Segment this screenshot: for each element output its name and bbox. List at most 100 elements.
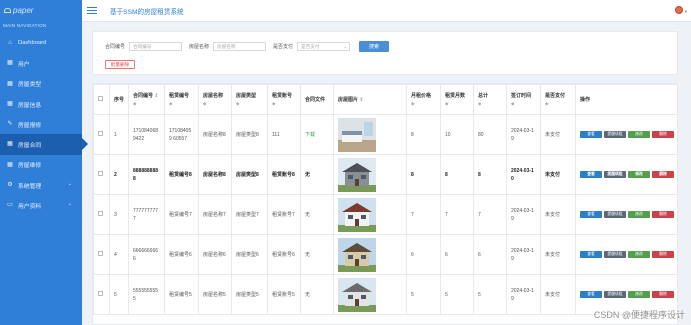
grid-icon: ▦ (7, 161, 13, 168)
delete-button[interactable]: 删除 (652, 171, 674, 178)
row-checkbox[interactable] (98, 290, 103, 296)
room-photo (338, 117, 376, 152)
column-header: 合同编号 ⇕ ◆ (128, 84, 165, 115)
renew-reminder-button[interactable]: 提醒续租 (604, 211, 626, 218)
select-all-checkbox[interactable] (93, 84, 110, 115)
view-button[interactable]: 查看 (580, 251, 602, 258)
sidebar-item-1[interactable]: ▦ 用户 (0, 53, 82, 73)
logo-icon (4, 8, 11, 13)
watermark-text: CSDN @便捷程序设计 (593, 310, 685, 320)
row-actions: 查看 提醒续租 修改 删除 (575, 114, 677, 155)
view-button[interactable]: 查看 (580, 291, 602, 298)
row-checkbox[interactable] (98, 210, 103, 216)
edit-button[interactable]: 修改 (628, 131, 650, 138)
contract-no-input[interactable]: 合同编号 (129, 42, 183, 51)
contract-table: 序号 合同编号 ⇕ ◆ 租赁编号 ◆ 房屋名称 ◆ 房屋类型 ◆ 租赁账号 ◆ 合同文件 房屋图片 ⇕ 月… (92, 83, 678, 325)
sort-icon[interactable]: ◆ (272, 100, 296, 107)
cell-contract: 171084068 9422 (128, 114, 165, 155)
sort-icon[interactable]: ◆ (203, 100, 227, 107)
search-button[interactable]: 搜索 (359, 41, 390, 52)
cell-paid: 未支付 (540, 154, 576, 195)
paid-status-select[interactable]: 是否支付 ⌄ (297, 42, 351, 51)
column-header: 租赁月数 ◆ (440, 84, 474, 115)
cell-text: 2024-03-1 0 (511, 167, 534, 182)
cell-text: 未支付 (545, 211, 561, 218)
cell-text: 租赁账号7 (272, 211, 295, 218)
cell-text: 111 (272, 131, 280, 138)
column-header-label: 房屋图片 (338, 96, 359, 103)
delete-button[interactable]: 删除 (652, 251, 674, 258)
table-row[interactable]: 3 777777777 7 租赁编号7 房屋名称7 房屋类型7 租赁账号7 无 7 7 7 202… (93, 194, 677, 235)
view-button[interactable]: 查看 (580, 211, 602, 218)
sort-icon[interactable]: ◆ (236, 100, 263, 107)
chevron-down-icon[interactable]: ▼ (684, 9, 688, 14)
column-header-label: 序号 (114, 96, 125, 103)
sort-toggle-icon[interactable]: ⇕ (358, 97, 363, 103)
checkbox-icon[interactable] (98, 95, 103, 101)
edit-button[interactable]: 修改 (628, 251, 650, 258)
cell-name: 房屋名称8 (198, 114, 232, 155)
table-row[interactable]: 1 171084068 9422 171084059 60557 房屋名称8 房屋类型8… (93, 114, 677, 155)
chevron-down-icon: ⌄ (67, 181, 72, 188)
cell-text: 租赁账号8 (272, 171, 295, 178)
sidebar-item-2[interactable]: ▦ 房屋类型 (0, 74, 82, 94)
cell-text: 无 (305, 251, 311, 258)
edit-button[interactable]: 修改 (628, 291, 650, 298)
edit-button[interactable]: 修改 (628, 171, 650, 178)
cell-idx: 1 (109, 114, 129, 155)
view-button[interactable]: 查看 (580, 131, 602, 138)
renew-reminder-button[interactable]: 提醒续租 (604, 131, 626, 138)
cell-file: 无 (300, 234, 334, 275)
delete-button[interactable]: 删除 (652, 291, 674, 298)
cell-idx: 5 (109, 274, 129, 315)
cell-text: 5 (114, 291, 117, 298)
sort-icon[interactable]: ◆ (445, 100, 469, 107)
sidebar-item-label: 系统管理 (18, 183, 42, 190)
table-row[interactable]: 5 555555555 5 租赁编号5 房屋名称5 房屋类型5 租赁账号5 无 5 5 5 202… (93, 274, 677, 315)
sort-icon[interactable]: ◆ (411, 100, 436, 107)
cell-text: 租赁编号6 (169, 251, 192, 258)
avatar[interactable] (675, 6, 683, 14)
view-button[interactable]: 查看 (580, 171, 602, 178)
sidebar-item-6[interactable]: ▦ 房屋维修 (0, 155, 82, 175)
house-name-input[interactable]: 房屋名称 (213, 42, 267, 51)
delete-button[interactable]: 删除 (652, 131, 674, 138)
cell-months: 6 (440, 234, 474, 275)
renew-reminder-button[interactable]: 提醒续租 (604, 251, 626, 258)
renew-reminder-button[interactable]: 提醒续租 (604, 291, 626, 298)
sidebar-item-label: Dashboard (18, 40, 47, 47)
sidebar-item-3[interactable]: ▦ 房屋信息 (0, 94, 82, 114)
sidebar-item-5[interactable]: ▦ 房屋合同 (0, 134, 88, 155)
sidebar-item-7[interactable]: ⚙ 系统管理 ⌄ (0, 175, 82, 195)
sidebar-item-8[interactable]: ▭ 用户资料 ⌄ (0, 195, 82, 215)
renew-reminder-button[interactable]: 提醒续租 (604, 171, 626, 178)
sidebar-item-0[interactable]: ⌂ Dashboard (0, 33, 82, 53)
sort-icon[interactable]: ◆ (133, 100, 160, 107)
sort-icon[interactable]: ◆ (478, 100, 502, 107)
row-checkbox[interactable] (98, 130, 103, 136)
cell-text: 无 (305, 171, 311, 178)
sort-toggle-icon[interactable]: ⇕ (153, 93, 158, 99)
cell-lease: 租赁编号8 (164, 154, 199, 195)
delete-button[interactable]: 删除 (652, 211, 674, 218)
house-photo (338, 157, 376, 192)
cell-text: 5 (445, 291, 448, 298)
column-header-label: 房屋类型 (236, 92, 257, 99)
cell-date: 2024-03-1 9 (506, 234, 541, 275)
sort-icon[interactable]: ◆ (545, 100, 571, 107)
table-row[interactable]: 2 888888888 8 租赁编号8 房屋名称8 房屋类型8 租赁账号8 无 8 8 8 202… (93, 154, 677, 195)
action-group: 查看 提醒续租 修改 删除 (580, 171, 676, 178)
menu-toggle-icon[interactable] (87, 7, 97, 14)
cell-text: 房屋名称5 (203, 291, 226, 298)
sidebar-item-4[interactable]: ✎ 房屋报修 (0, 114, 82, 134)
cell-file: 下载 (300, 114, 334, 155)
batch-delete-button[interactable]: 批量删除 (105, 60, 135, 69)
table-row[interactable]: 4 666666666 6 租赁编号6 房屋名称6 房屋类型6 租赁账号6 无 6 6 6 202… (93, 234, 677, 275)
house-name-label: 房屋名称 (189, 44, 210, 50)
row-checkbox[interactable] (98, 250, 103, 256)
row-checkbox[interactable] (98, 170, 103, 176)
edit-button[interactable]: 修改 (628, 211, 650, 218)
download-link[interactable]: 下载 (305, 132, 315, 138)
sort-icon[interactable]: ◆ (511, 100, 536, 107)
sort-icon[interactable]: ◆ (169, 100, 194, 107)
